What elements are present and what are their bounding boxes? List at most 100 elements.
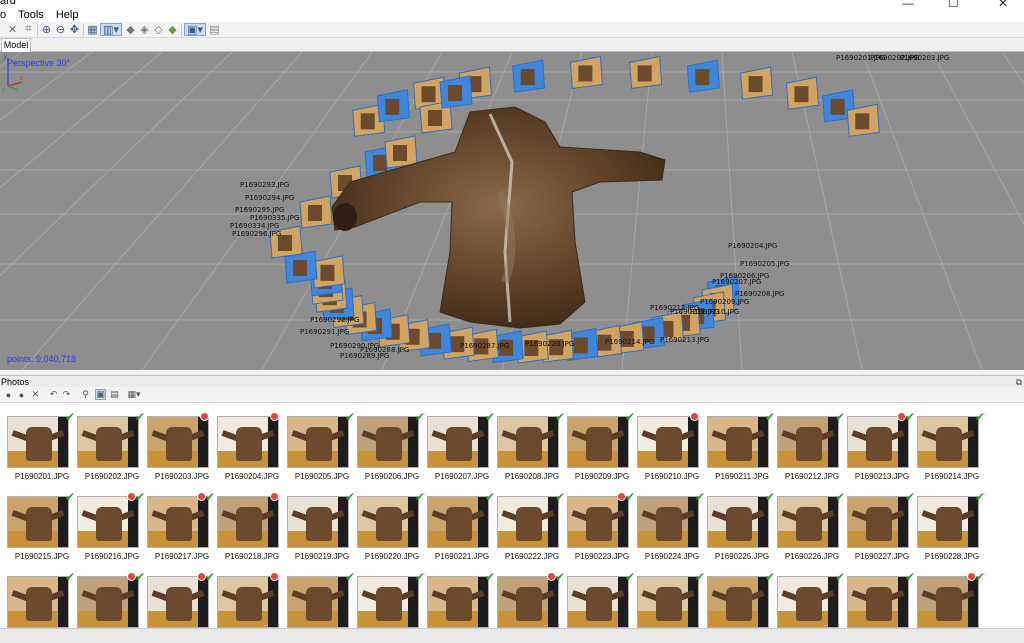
check-icon — [485, 412, 497, 422]
photo-image — [77, 496, 139, 548]
check-icon — [135, 492, 147, 502]
tab-model[interactable]: Model — [1, 38, 31, 52]
check-icon — [905, 412, 917, 422]
photo-thumbnail[interactable]: P1690217.JPG — [147, 492, 217, 574]
menu-item-tools[interactable]: Tools — [12, 8, 50, 22]
check-icon — [625, 412, 637, 422]
photo-thumbnail[interactable]: P1690207.JPG — [427, 416, 497, 494]
photo-caption: P1690215.JPG — [14, 552, 70, 561]
textured-icon[interactable]: ◆ — [166, 23, 179, 36]
camera-label: P1690209.JPG — [700, 298, 749, 306]
photo-thumbnail[interactable]: P1690225.JPG — [707, 496, 777, 574]
photo-image — [217, 576, 279, 628]
rotate-left-icon[interactable]: ↶ — [48, 389, 59, 400]
title-bar: ard — ☐ ✕ — [0, 0, 1024, 10]
enable-icon[interactable]: ● — [3, 389, 14, 400]
photo-thumbnail[interactable]: P1690216.JPG — [77, 492, 147, 574]
check-icon — [625, 492, 637, 502]
shaded-icon[interactable]: ◆ — [124, 23, 137, 36]
photo-thumbnail[interactable]: P1690214.JPG — [917, 416, 987, 494]
photo-thumbnail[interactable]: P1690206.JPG — [357, 416, 427, 494]
photo-caption: P1690226.JPG — [784, 552, 840, 561]
check-icon — [415, 492, 427, 502]
photo-image — [7, 416, 69, 468]
camera-frustum — [740, 66, 774, 100]
photo-caption: P1690201.JPG — [14, 472, 70, 481]
camera-frustum — [299, 195, 333, 229]
photo-thumbnail[interactable]: P1690210.JPG — [637, 412, 707, 494]
photo-thumbnail[interactable]: P1690219.JPG — [287, 496, 357, 574]
disable-icon[interactable]: ● — [16, 389, 27, 400]
check-icon — [345, 492, 357, 502]
grid-view-icon[interactable]: ▦ — [86, 23, 99, 36]
photo-thumbnail[interactable]: P1690208.JPG — [497, 416, 567, 494]
photo-image — [777, 416, 839, 468]
binoculars-icon[interactable]: ⚲ — [80, 389, 91, 400]
view-options-icon[interactable]: ▦▾ — [124, 389, 144, 400]
point-cloud-icon[interactable]: ▥▾ — [100, 23, 122, 36]
photo-image — [847, 576, 909, 628]
view-thumbnails-icon[interactable]: ▣ — [95, 389, 106, 400]
photo-thumbnail[interactable]: P1690222.JPG — [497, 496, 567, 574]
photo-thumbnail[interactable]: P1690224.JPG — [637, 496, 707, 574]
disabled-icon — [690, 412, 699, 421]
camera-label: P1690203.JPG — [900, 54, 949, 62]
photo-thumbnail[interactable]: P1690209.JPG — [567, 416, 637, 494]
region-icon[interactable]: ▤ — [208, 23, 221, 36]
photo-thumbnail[interactable]: P1690215.JPG — [7, 496, 77, 574]
photo-image — [637, 576, 699, 628]
camera-label: P1690205.JPG — [740, 260, 789, 268]
horizontal-scrollbar[interactable] — [0, 628, 1024, 643]
photo-thumbnail[interactable]: P1690218.JPG — [217, 492, 287, 574]
photo-thumbnail[interactable]: P1690205.JPG — [287, 416, 357, 494]
photo-thumbnail[interactable]: P1690223.JPG — [567, 492, 637, 574]
photo-caption: P1690209.JPG — [574, 472, 630, 481]
camera-frustum — [686, 59, 720, 93]
photo-image — [707, 496, 769, 548]
photo-thumbnail[interactable]: P1690202.JPG — [77, 416, 147, 494]
check-icon — [205, 492, 217, 502]
cameras-toggle-icon[interactable]: ▣▾ — [184, 23, 206, 36]
zoom-out-icon[interactable]: ⊖ — [54, 23, 67, 36]
check-icon — [555, 412, 567, 422]
photo-image — [567, 496, 629, 548]
photo-thumbnail[interactable]: P1690227.JPG — [847, 496, 917, 574]
rotate-right-icon[interactable]: ↷ — [61, 389, 72, 400]
solid-icon[interactable]: ◈ — [138, 23, 151, 36]
crop-icon[interactable]: ⌗ — [22, 23, 35, 36]
zoom-in-icon[interactable]: ⊕ — [40, 23, 53, 36]
wireframe-icon[interactable]: ◇ — [152, 23, 165, 36]
photo-thumbnail[interactable]: P1690213.JPG — [847, 412, 917, 494]
remove-icon[interactable]: ✕ — [30, 389, 41, 400]
camera-frustum — [785, 76, 819, 110]
move-icon[interactable]: ✥ — [68, 23, 81, 36]
photo-caption: P1690213.JPG — [854, 472, 910, 481]
photo-image — [147, 416, 209, 468]
photo-thumbnail[interactable]: P1690201.JPG — [7, 416, 77, 494]
photo-image — [637, 416, 699, 468]
photo-thumbnail[interactable]: P1690221.JPG — [427, 496, 497, 574]
photo-thumbnail[interactable]: P1690212.JPG — [777, 416, 847, 494]
menu-item-help[interactable]: Help — [50, 8, 85, 22]
photo-caption: P1690216.JPG — [84, 552, 140, 561]
photo-image — [77, 576, 139, 628]
photo-thumbnail[interactable]: P1690204.JPG — [217, 412, 287, 494]
camera-label: P1690289.JPG — [340, 352, 389, 360]
model-viewport[interactable]: P1690201.JPG P1690202.JPG P1690203.JPG P169… — [0, 52, 1024, 370]
photo-image — [287, 416, 349, 468]
photo-caption: P1690228.JPG — [924, 552, 980, 561]
menu-item-workflow[interactable]: o — [0, 8, 12, 22]
close-x-icon[interactable]: ✕ — [6, 23, 19, 36]
svg-text:y: y — [4, 54, 7, 60]
photo-thumbnail[interactable]: P1690211.JPG — [707, 416, 777, 494]
photo-image — [917, 416, 979, 468]
photo-thumbnail[interactable]: P1690220.JPG — [357, 496, 427, 574]
view-details-icon[interactable]: ▤ — [109, 389, 120, 400]
photo-image — [287, 576, 349, 628]
photo-image — [497, 576, 559, 628]
photo-image — [497, 496, 559, 548]
photo-thumbnail[interactable]: P1690228.JPG — [917, 496, 987, 574]
disabled-icon — [270, 412, 279, 421]
photo-thumbnail[interactable]: P1690203.JPG — [147, 412, 217, 494]
photo-thumbnail[interactable]: P1690226.JPG — [777, 496, 847, 574]
